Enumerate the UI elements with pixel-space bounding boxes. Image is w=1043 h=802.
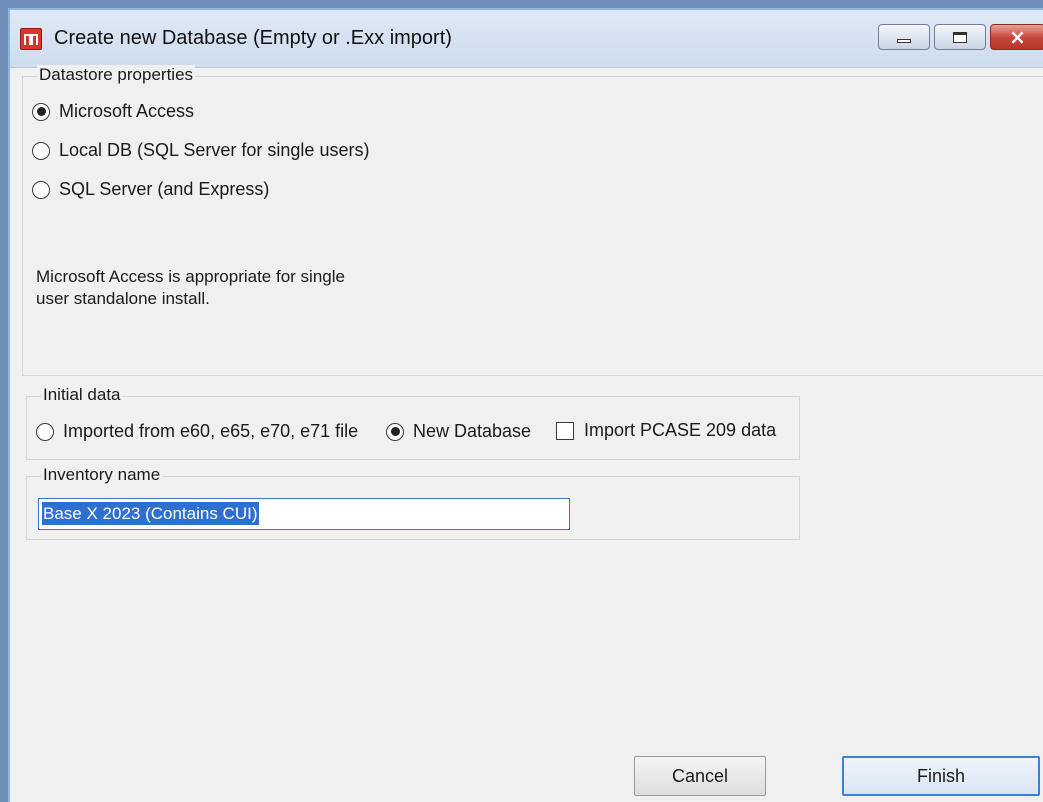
radio-button[interactable] [32,141,50,160]
maximize-icon [953,31,967,43]
checkbox-label-import-pcase: Import PCASE 209 data [584,420,777,440]
description-line: Microsoft Access is appropriate for sing… [36,267,345,286]
radio-new-database[interactable]: New Database [386,421,531,442]
description-line: user standalone install. [36,289,210,308]
maximize-button[interactable] [934,24,986,50]
radio-label-new-database: New Database [413,421,532,441]
checkbox[interactable] [556,421,574,440]
radio-microsoft-access[interactable]: Microsoft Access [32,101,194,122]
radio-imported-from-file[interactable]: Imported from e60, e65, e70, e71 file [36,421,358,442]
radio-label-microsoft-access: Microsoft Access [59,101,195,121]
radio-label-sql-server: SQL Server (and Express) [59,179,270,199]
inventory-name-value: Base X 2023 (Contains CUI) [42,502,259,525]
app-icon [20,28,42,50]
window-title: Create new Database (Empty or .Exx impor… [54,27,452,49]
title-bar[interactable]: Create new Database (Empty or .Exx impor… [10,10,1043,68]
radio-label-local-db: Local DB (SQL Server for single users) [59,140,370,160]
radio-button[interactable] [36,422,54,441]
inventory-legend: Inventory name [41,465,163,485]
inventory-name-input[interactable]: Base X 2023 (Contains CUI) [38,498,570,530]
radio-button-selected[interactable] [386,422,404,441]
radio-button-selected[interactable] [32,102,50,121]
checkbox-import-pcase[interactable]: Import PCASE 209 data [556,420,776,441]
radio-label-imported: Imported from e60, e65, e70, e71 file [63,421,359,441]
minimize-button[interactable] [878,24,930,50]
radio-sql-server[interactable]: SQL Server (and Express) [32,179,269,200]
radio-button[interactable] [32,180,50,199]
radio-local-db[interactable]: Local DB (SQL Server for single users) [32,140,369,161]
datastore-description: Microsoft Access is appropriate for sing… [36,266,396,310]
close-icon: × [1009,25,1026,49]
create-database-dialog: Create new Database (Empty or .Exx impor… [8,8,1043,802]
close-button[interactable]: × [990,24,1043,50]
cancel-button[interactable]: Cancel [634,756,766,796]
finish-button[interactable]: Finish [842,756,1040,796]
minimize-icon [897,39,911,43]
datastore-legend: Datastore properties [37,65,196,85]
initial-data-legend: Initial data [41,385,123,405]
